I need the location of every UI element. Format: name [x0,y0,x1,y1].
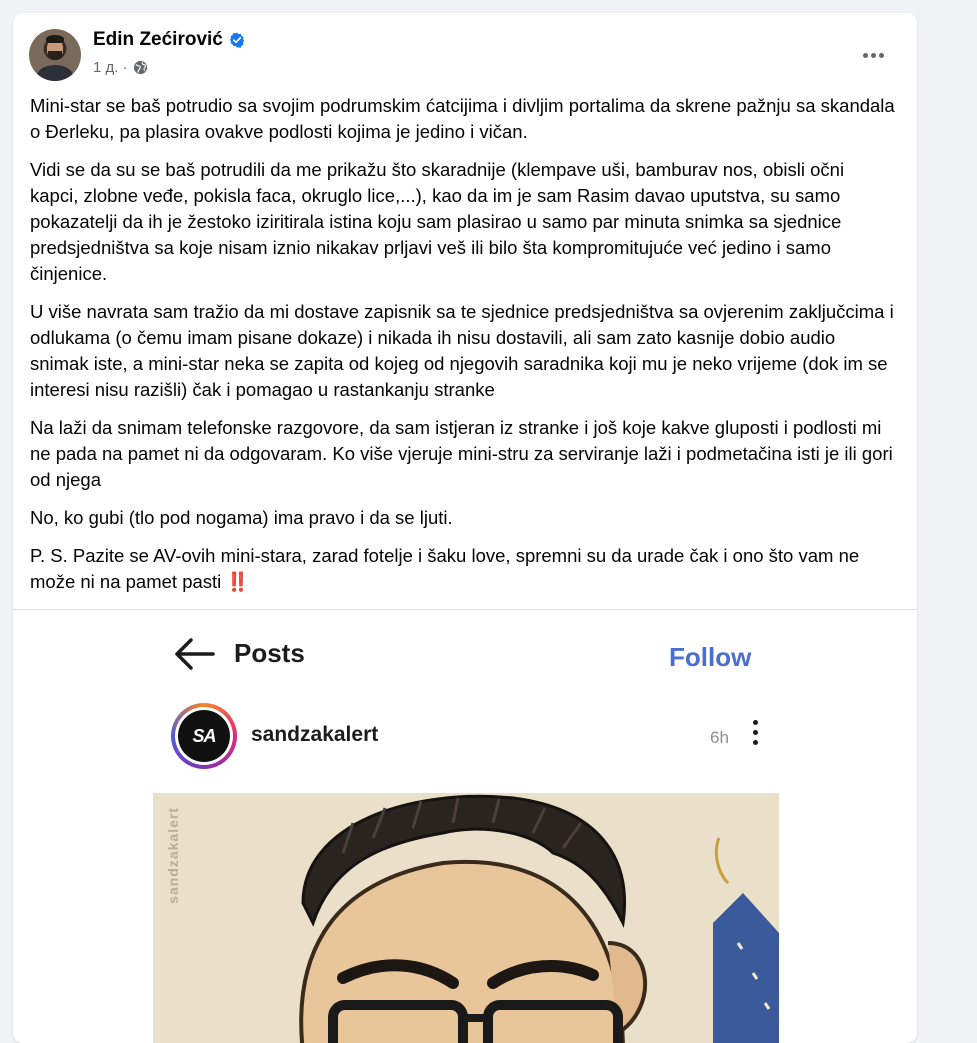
author-name-row: Edin Zećirović [93,29,245,51]
back-arrow-icon [175,638,215,670]
post-body: Mini-star se baš potrudio sa svojim podr… [30,93,895,607]
author-name[interactable]: Edin Zećirović [93,29,223,51]
follow-button: Follow [669,642,752,672]
instagram-avatar: SA [171,703,237,769]
post-paragraph: Mini-star se baš potrudio sa svojim podr… [30,95,895,142]
post-paragraph: Na laži da snimam telefonske razgovore, … [30,417,893,490]
verified-badge-icon [229,32,245,48]
author-avatar[interactable] [29,29,81,81]
post-header: Edin Zećirović 1 д. · [29,27,901,83]
post-time[interactable]: 1 д. · [93,59,128,76]
post-paragraph-text: P. S. Pazite se AV-ovih mini-stara, zara… [30,545,860,592]
sandzakalert-logo: SA [178,710,230,762]
attached-screenshot[interactable]: Posts Follow SA sandzakalert 6h sandzaka… [13,610,917,1043]
globe-icon [133,60,147,75]
instagram-post-time: 6h [710,728,729,747]
post-meta: 1 д. · [93,59,148,76]
screenshot-title: Posts [234,638,305,668]
post-paragraph: Vidi se da su se baš potrudili da me pri… [30,159,845,284]
instagram-username: sandzakalert [251,723,379,746]
vertical-dots-icon [750,720,760,750]
more-options-icon [862,52,868,58]
facebook-post-card: Edin Zećirović 1 д. · Mini-star se baš p… [13,13,917,1043]
post-paragraph-last: P. S. Pazite se AV-ovih mini-stara, zara… [30,543,895,595]
more-options-button[interactable] [855,37,891,73]
caricature-image: sandzakalert [153,793,779,1043]
post-paragraph: No, ko gubi (tlo pod nogama) ima pravo i… [30,507,453,528]
post-paragraph: U više navrata sam tražio da mi dostave … [30,301,894,400]
double-exclamation-emoji: ‼️ [226,571,250,592]
